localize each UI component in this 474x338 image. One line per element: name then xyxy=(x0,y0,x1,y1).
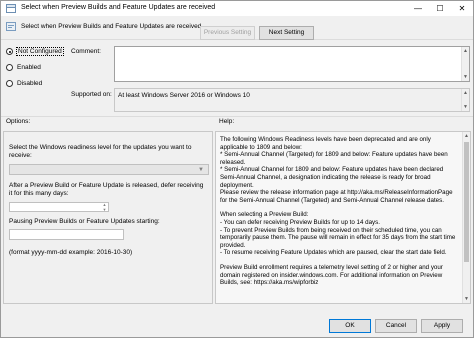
help-paragraph: The following Windows Readiness levels h… xyxy=(220,136,453,204)
help-paragraph: Preview Build enrollment requires a tele… xyxy=(220,263,443,287)
supported-on-value: At least Windows Server 2016 or Windows … xyxy=(118,92,250,99)
policy-dialog: Select when Preview Builds and Feature U… xyxy=(0,0,474,338)
readiness-prompt: Select the Windows readiness level for t… xyxy=(9,144,192,159)
radio-label: Disabled xyxy=(17,80,43,87)
close-button[interactable]: ✕ xyxy=(451,1,473,16)
pause-format-hint: (format yyyy-mm-dd example: 2016-10-30) xyxy=(9,249,133,256)
radio-button[interactable] xyxy=(6,80,13,87)
scroll-down-icon[interactable]: ▼ xyxy=(462,103,469,111)
ok-button[interactable]: OK xyxy=(329,319,371,333)
supported-on-field: At least Windows Server 2016 or Windows … xyxy=(114,88,470,112)
comment-label: Comment: xyxy=(71,48,101,55)
radio-label: Not Configured xyxy=(16,47,64,56)
chevron-down-icon: ▼ xyxy=(198,167,204,173)
section-divider xyxy=(1,116,473,117)
options-pane: Select the Windows readiness level for t… xyxy=(3,131,213,304)
help-label: Help: xyxy=(219,118,235,125)
radio-button[interactable] xyxy=(6,48,13,55)
setting-icon xyxy=(6,22,16,31)
apply-button[interactable]: Apply xyxy=(421,319,463,333)
pause-prompt: Pausing Preview Builds or Feature Update… xyxy=(9,218,160,225)
help-paragraph: When selecting a Preview Build: - You ca… xyxy=(220,211,456,257)
cancel-button[interactable]: Cancel xyxy=(375,319,417,333)
readiness-dropdown[interactable]: ▼ xyxy=(9,164,209,175)
supported-scrollbar[interactable]: ▲ ▼ xyxy=(461,89,469,111)
comment-scrollbar[interactable]: ▲ ▼ xyxy=(461,47,469,81)
window-title: Select when Preview Builds and Feature U… xyxy=(21,4,216,11)
options-label: Options: xyxy=(6,118,31,125)
radio-not-configured[interactable]: Not Configured xyxy=(6,47,64,56)
previous-setting-button[interactable]: Previous Setting xyxy=(200,26,255,40)
scroll-up-icon[interactable]: ▲ xyxy=(463,132,470,140)
next-setting-button[interactable]: Next Setting xyxy=(259,26,314,40)
policy-title: Select when Preview Builds and Feature U… xyxy=(21,23,202,30)
title-bar: Select when Preview Builds and Feature U… xyxy=(1,1,473,16)
maximize-button[interactable]: ☐ xyxy=(429,1,451,16)
spin-down-icon[interactable]: ▼ xyxy=(101,208,108,212)
supported-on-label: Supported on: xyxy=(71,91,112,98)
radio-label: Enabled xyxy=(17,64,41,71)
scroll-thumb[interactable] xyxy=(464,142,469,262)
help-pane: The following Windows Readiness levels h… xyxy=(215,131,471,304)
help-scrollbar[interactable]: ▲ ▼ xyxy=(462,132,470,303)
scroll-up-icon[interactable]: ▲ xyxy=(462,89,469,97)
comment-textarea[interactable]: ▲ ▼ xyxy=(114,46,470,82)
policy-icon xyxy=(6,4,16,13)
minimize-button[interactable]: — xyxy=(407,1,429,16)
radio-enabled[interactable]: Enabled xyxy=(6,64,41,71)
defer-days-stepper[interactable]: ▲ ▼ xyxy=(9,202,109,212)
help-text: The following Windows Readiness levels h… xyxy=(220,136,460,294)
pause-date-input[interactable] xyxy=(9,229,124,240)
scroll-down-icon[interactable]: ▼ xyxy=(463,295,470,303)
scroll-up-icon[interactable]: ▲ xyxy=(462,47,469,55)
radio-disabled[interactable]: Disabled xyxy=(6,80,42,87)
radio-button[interactable] xyxy=(6,64,13,71)
defer-prompt: After a Preview Build or Feature Update … xyxy=(9,182,204,197)
scroll-down-icon[interactable]: ▼ xyxy=(462,73,469,81)
